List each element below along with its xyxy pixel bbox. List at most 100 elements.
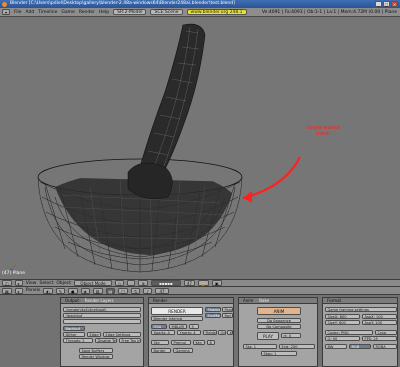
menu-add[interactable]: Add: [26, 10, 35, 15]
shadow-toggle[interactable]: Shadow: [205, 307, 221, 312]
maximize-button[interactable]: □: [383, 1, 390, 7]
ftype-path-field[interactable]: [63, 319, 141, 324]
render-engine-select[interactable]: Blender Internal: [151, 316, 203, 321]
render-layers-tab[interactable]: Render Layers: [85, 298, 114, 303]
script-context-icon[interactable]: ✎: [55, 287, 66, 294]
threads-field[interactable]: Threads: 2: [63, 338, 93, 343]
shading-context-icon[interactable]: ●: [68, 287, 78, 294]
aspect-y-field[interactable]: AspY: 100: [362, 320, 397, 325]
samples-field[interactable]: 5: [189, 324, 199, 329]
pivot-icon[interactable]: ◦: [127, 280, 136, 286]
crop-toggle[interactable]: Crop: [375, 330, 397, 335]
editor-type-icon[interactable]: ◫: [2, 280, 12, 286]
end-frame-field[interactable]: End: 250: [279, 344, 315, 349]
fps-field[interactable]: FPS: 25: [362, 336, 397, 341]
menu-game[interactable]: Game: [61, 10, 74, 15]
dither-field[interactable]: Dither: [63, 332, 85, 337]
play-button[interactable]: PLAY: [257, 332, 279, 340]
rgba-toggle[interactable]: RGBA: [373, 344, 397, 349]
backbuf-toggle[interactable]: Backbuf: [63, 326, 85, 331]
menu-timeline[interactable]: Timeline: [38, 10, 57, 15]
anim-subcontext-icon[interactable]: ↻: [131, 287, 141, 294]
scene-select[interactable]: SCE:Scene: [150, 9, 183, 15]
start-frame-field[interactable]: Sta: 1: [243, 344, 277, 349]
sky-toggle[interactable]: Sky: [151, 340, 169, 345]
mode-select[interactable]: Object Mode: [74, 280, 113, 286]
render-subcontext-icon[interactable]: ▢: [118, 287, 129, 294]
do-sequence-toggle[interactable]: Do Sequence: [257, 318, 301, 323]
backbuf-path-field[interactable]: //backbuf: [63, 313, 141, 318]
menu-select[interactable]: Select: [39, 281, 53, 286]
ray-toggle[interactable]: Ray: [222, 313, 233, 318]
alpha-field[interactable]: 8: [207, 340, 215, 345]
scene-context-icon[interactable]: ▤: [105, 287, 116, 294]
editing-context-icon[interactable]: ▧: [92, 287, 103, 294]
mblur-toggle[interactable]: MBLUR: [169, 324, 187, 329]
window-controls: _ □ ×: [375, 1, 398, 7]
window-type-icon[interactable]: ▾: [2, 9, 11, 15]
osa-toggle[interactable]: OSA: [151, 324, 167, 329]
bw-toggle[interactable]: BW: [325, 344, 347, 349]
render-button[interactable]: RENDER: [151, 307, 203, 315]
anim-panel: Anim Bake ANIM Do Sequence Do Composite …: [238, 297, 318, 367]
buttons-editor-icon[interactable]: ▦: [2, 287, 12, 294]
bake-tab[interactable]: Bake: [259, 298, 269, 303]
menu-object[interactable]: Object: [56, 281, 71, 286]
step-field[interactable]: Step: 1: [261, 351, 297, 356]
sound-subcontext-icon[interactable]: ♪: [143, 287, 152, 294]
manipulator-icon[interactable]: ⊕: [138, 280, 148, 286]
layer-number: 47: [183, 280, 195, 286]
logic-context-icon[interactable]: ◐: [43, 287, 53, 294]
edge-toggle[interactable]: Edge: [87, 332, 101, 337]
xparts-field[interactable]: Xparts: 4: [151, 330, 175, 335]
output-path-field[interactable]: //render\4x4\4net\wall\: [63, 307, 141, 312]
do-composite-toggle[interactable]: Do Composite: [257, 324, 301, 329]
close-button[interactable]: ×: [391, 1, 398, 7]
render-window-select[interactable]: Render Window: [79, 354, 113, 359]
border-toggle[interactable]: Border: [151, 348, 171, 353]
yparts-field[interactable]: Yparts: 4: [177, 330, 201, 335]
size-y-field[interactable]: SizeY: 600: [325, 320, 360, 325]
collapse-menu-icon[interactable]: ▸: [14, 280, 23, 286]
menu-view[interactable]: View: [26, 281, 37, 286]
panels-collapse-icon[interactable]: ▸: [14, 287, 23, 294]
anim-button[interactable]: ANIM: [257, 307, 301, 315]
envmap-toggle[interactable]: EnvMap: [205, 313, 221, 318]
edge-settings-button[interactable]: Edge Settings: [103, 332, 141, 337]
free-tex-toggle[interactable]: Free Tex Images: [119, 338, 141, 343]
output-tab[interactable]: Output: [65, 298, 79, 303]
aspect-x-field[interactable]: AspX: 100: [362, 314, 397, 319]
menu-help[interactable]: Help: [99, 10, 109, 15]
frame-field[interactable]: 47: [154, 287, 169, 294]
scene-stats: Ve:4091 | Fa:4093 | Ob:1-1 | La:1 | Mem:…: [261, 9, 397, 15]
odd-toggle[interactable]: Odd: [218, 330, 226, 335]
key-toggle[interactable]: Key: [193, 340, 205, 345]
rgb-toggle[interactable]: RGB: [349, 344, 371, 349]
minimize-button[interactable]: _: [375, 1, 382, 7]
codec-select[interactable]: Codec: PNG: [325, 330, 373, 335]
render-tab[interactable]: Render: [153, 298, 167, 303]
quality-field[interactable]: Q: 90: [325, 336, 360, 341]
3d-viewport[interactable]: Single walled mesh (47) Plane: [0, 17, 400, 279]
layer-buttons[interactable]: ▪▪▪▪▪: [150, 280, 181, 286]
screen-layout-select[interactable]: SR:2-Model: [113, 9, 147, 15]
rt-field[interactable]: rt: 0: [281, 333, 301, 338]
anim-tab[interactable]: Anim: [243, 298, 253, 303]
lock-icon[interactable]: 🔒: [197, 280, 209, 286]
size-x-field[interactable]: SizeX: 800: [325, 314, 360, 319]
disable-tex-toggle[interactable]: Disable Tex: [95, 338, 117, 343]
save-buffers-toggle[interactable]: Save Buffers: [79, 348, 113, 353]
draw-type-icon[interactable]: ◇: [115, 280, 125, 286]
fields-toggle[interactable]: Fields: [203, 330, 217, 335]
gamma-toggle[interactable]: Gamma: [173, 348, 193, 353]
format-tab[interactable]: Format: [327, 298, 341, 303]
3d-view-header: ◫ ▸ View Select Object Object Mode ◇ ◦ ⊕…: [0, 279, 400, 287]
x-toggle[interactable]: X: [227, 330, 233, 335]
menu-render[interactable]: Render: [79, 10, 95, 15]
pano-toggle[interactable]: Pano: [222, 307, 233, 312]
premul-toggle[interactable]: Premul: [171, 340, 191, 345]
menu-file[interactable]: File: [14, 10, 22, 15]
render-preview-icon[interactable]: ▣: [211, 280, 222, 286]
object-context-icon[interactable]: ◈: [80, 287, 90, 294]
format-preset-select[interactable]: Game framing settings: [325, 307, 397, 312]
